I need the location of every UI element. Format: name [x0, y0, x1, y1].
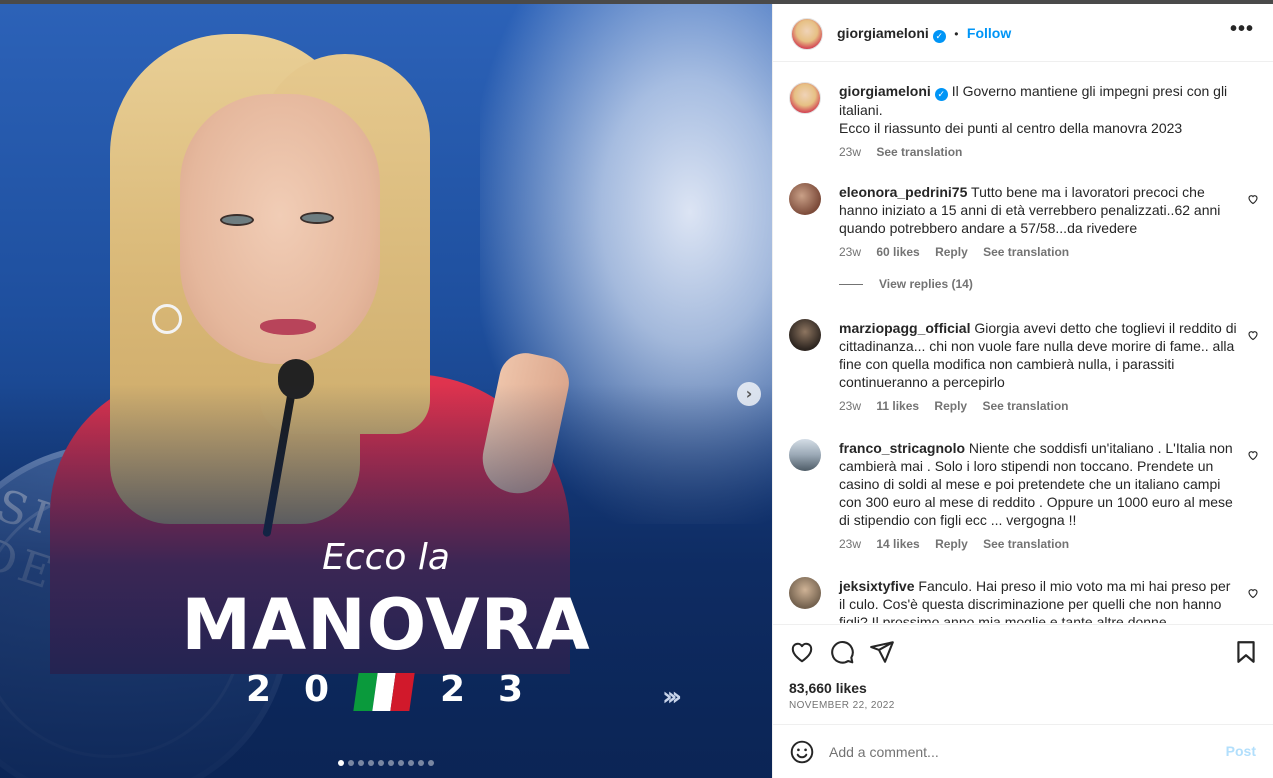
- next-slide-button[interactable]: ›: [737, 382, 761, 406]
- reply-button[interactable]: Reply: [935, 537, 968, 551]
- comment-meta: 23w 14 likes Reply See translation: [839, 535, 1239, 553]
- view-replies-button[interactable]: View replies (14): [839, 277, 973, 291]
- comments-list[interactable]: giorgiameloni ✓ Il Governo mantiene gli i…: [773, 63, 1273, 623]
- carousel-dot: [368, 760, 374, 766]
- comment-time[interactable]: 23w: [839, 399, 861, 413]
- author-avatar[interactable]: [789, 82, 821, 114]
- comment-input[interactable]: [829, 739, 1209, 765]
- verified-badge-icon: ✓: [934, 88, 948, 101]
- caption-username[interactable]: giorgiameloni: [839, 83, 931, 99]
- year-digit: 0: [304, 669, 330, 710]
- carousel-dot: [418, 760, 424, 766]
- post-sidebar: giorgiameloni ✓ • Follow ••• giorgiamelon…: [772, 4, 1273, 778]
- comment-time[interactable]: 23w: [839, 245, 861, 259]
- comment-bubble-icon[interactable]: [829, 639, 855, 665]
- save-bookmark-icon[interactable]: [1233, 639, 1259, 665]
- reply-button[interactable]: Reply: [935, 245, 968, 259]
- flag-red: [390, 673, 415, 711]
- year-row: 2 0 2 3: [240, 669, 530, 715]
- replies-line: [839, 284, 863, 286]
- carousel-dot: [358, 760, 364, 766]
- like-heart-icon[interactable]: [789, 639, 815, 665]
- carousel-dot: [378, 760, 384, 766]
- bottom-gradient: [0, 384, 772, 778]
- post-header: giorgiameloni ✓ • Follow •••: [773, 4, 1273, 62]
- commenter-username[interactable]: marziopagg_official: [839, 320, 970, 336]
- caption-time[interactable]: 23w: [839, 145, 861, 159]
- commenter-avatar[interactable]: [789, 439, 821, 471]
- see-translation-link[interactable]: See translation: [876, 145, 962, 159]
- author-username[interactable]: giorgiameloni: [837, 25, 929, 41]
- left-eye: [220, 214, 254, 226]
- view-replies-label: View replies (14): [879, 277, 973, 291]
- comment-body: marziopagg_official Giorgia avevi detto …: [839, 319, 1239, 415]
- follow-button[interactable]: Follow: [967, 25, 1011, 41]
- comment-likes[interactable]: 14 likes: [876, 537, 919, 551]
- comment-likes[interactable]: 11 likes: [876, 399, 919, 413]
- headline-script: Ecco la: [322, 537, 450, 578]
- carousel-dot: [428, 760, 434, 766]
- lips: [260, 319, 316, 335]
- like-comment-heart-icon[interactable]: [1247, 193, 1259, 205]
- swipe-chevrons-icon: ›››: [662, 682, 682, 712]
- comment-body: eleonora_pedrini75 Tutto bene ma i lavor…: [839, 183, 1239, 261]
- author-line: giorgiameloni ✓ • Follow: [837, 25, 1011, 43]
- like-comment-heart-icon[interactable]: [1247, 449, 1259, 461]
- add-comment-bar: Post: [773, 724, 1273, 778]
- year-digit: 3: [498, 669, 524, 710]
- carousel-dot: [398, 760, 404, 766]
- face: [180, 94, 380, 364]
- see-translation-link[interactable]: See translation: [983, 537, 1069, 551]
- earring: [152, 304, 182, 334]
- commenter-avatar[interactable]: [789, 577, 821, 609]
- comment-likes[interactable]: 60 likes: [876, 245, 919, 259]
- carousel-dot: [348, 760, 354, 766]
- headline-main: MANOVRA: [181, 584, 591, 666]
- commenter-username[interactable]: eleonora_pedrini75: [839, 184, 967, 200]
- commenter-username[interactable]: jeksixtyfive: [839, 578, 915, 594]
- commenter-username[interactable]: franco_stricagnolo: [839, 440, 965, 456]
- more-options-icon[interactable]: •••: [1230, 18, 1254, 41]
- right-eye: [300, 212, 334, 224]
- caption-meta: 23w See translation: [839, 143, 1239, 161]
- post-date: NOVEMBER 22, 2022: [789, 700, 895, 711]
- post-comment-button[interactable]: Post: [1226, 743, 1256, 759]
- comment-body: jeksixtyfive Fanculo. Hai preso il mio v…: [839, 577, 1239, 623]
- see-translation-link[interactable]: See translation: [982, 399, 1068, 413]
- author-avatar[interactable]: [791, 18, 823, 50]
- emoji-icon[interactable]: [789, 739, 815, 765]
- year-digit: 2: [440, 669, 466, 710]
- share-send-icon[interactable]: [869, 639, 895, 665]
- carousel-dot: [338, 760, 344, 766]
- commenter-avatar[interactable]: [789, 319, 821, 351]
- comment-time[interactable]: 23w: [839, 537, 861, 551]
- italian-flag: [353, 673, 415, 711]
- carousel-dot: [408, 760, 414, 766]
- like-comment-heart-icon[interactable]: [1247, 587, 1259, 599]
- caption-text-line2: Ecco il riassunto dei punti al centro de…: [839, 120, 1183, 136]
- separator-dot: •: [954, 27, 959, 41]
- like-comment-heart-icon[interactable]: [1247, 329, 1259, 341]
- carousel-dot: [388, 760, 394, 766]
- post-media[interactable]: SIGLIO DEI M Ecco la MANOVRA 2 0: [0, 4, 772, 778]
- instagram-post-view: SIGLIO DEI M Ecco la MANOVRA 2 0: [0, 0, 1273, 778]
- carousel-dots: [338, 760, 434, 766]
- caption-body: giorgiameloni ✓ Il Governo mantiene gli i…: [839, 82, 1239, 161]
- comment-body: franco_stricagnolo Niente che soddisfi u…: [839, 439, 1239, 553]
- likes-count[interactable]: 83,660 likes: [789, 680, 867, 696]
- commenter-avatar[interactable]: [789, 183, 821, 215]
- verified-badge-icon: ✓: [932, 30, 946, 43]
- reply-button[interactable]: Reply: [934, 399, 967, 413]
- year-digit: 2: [246, 669, 272, 710]
- comment-meta: 23w 60 likes Reply See translation: [839, 243, 1239, 261]
- comment-meta: 23w 11 likes Reply See translation: [839, 397, 1239, 415]
- see-translation-link[interactable]: See translation: [983, 245, 1069, 259]
